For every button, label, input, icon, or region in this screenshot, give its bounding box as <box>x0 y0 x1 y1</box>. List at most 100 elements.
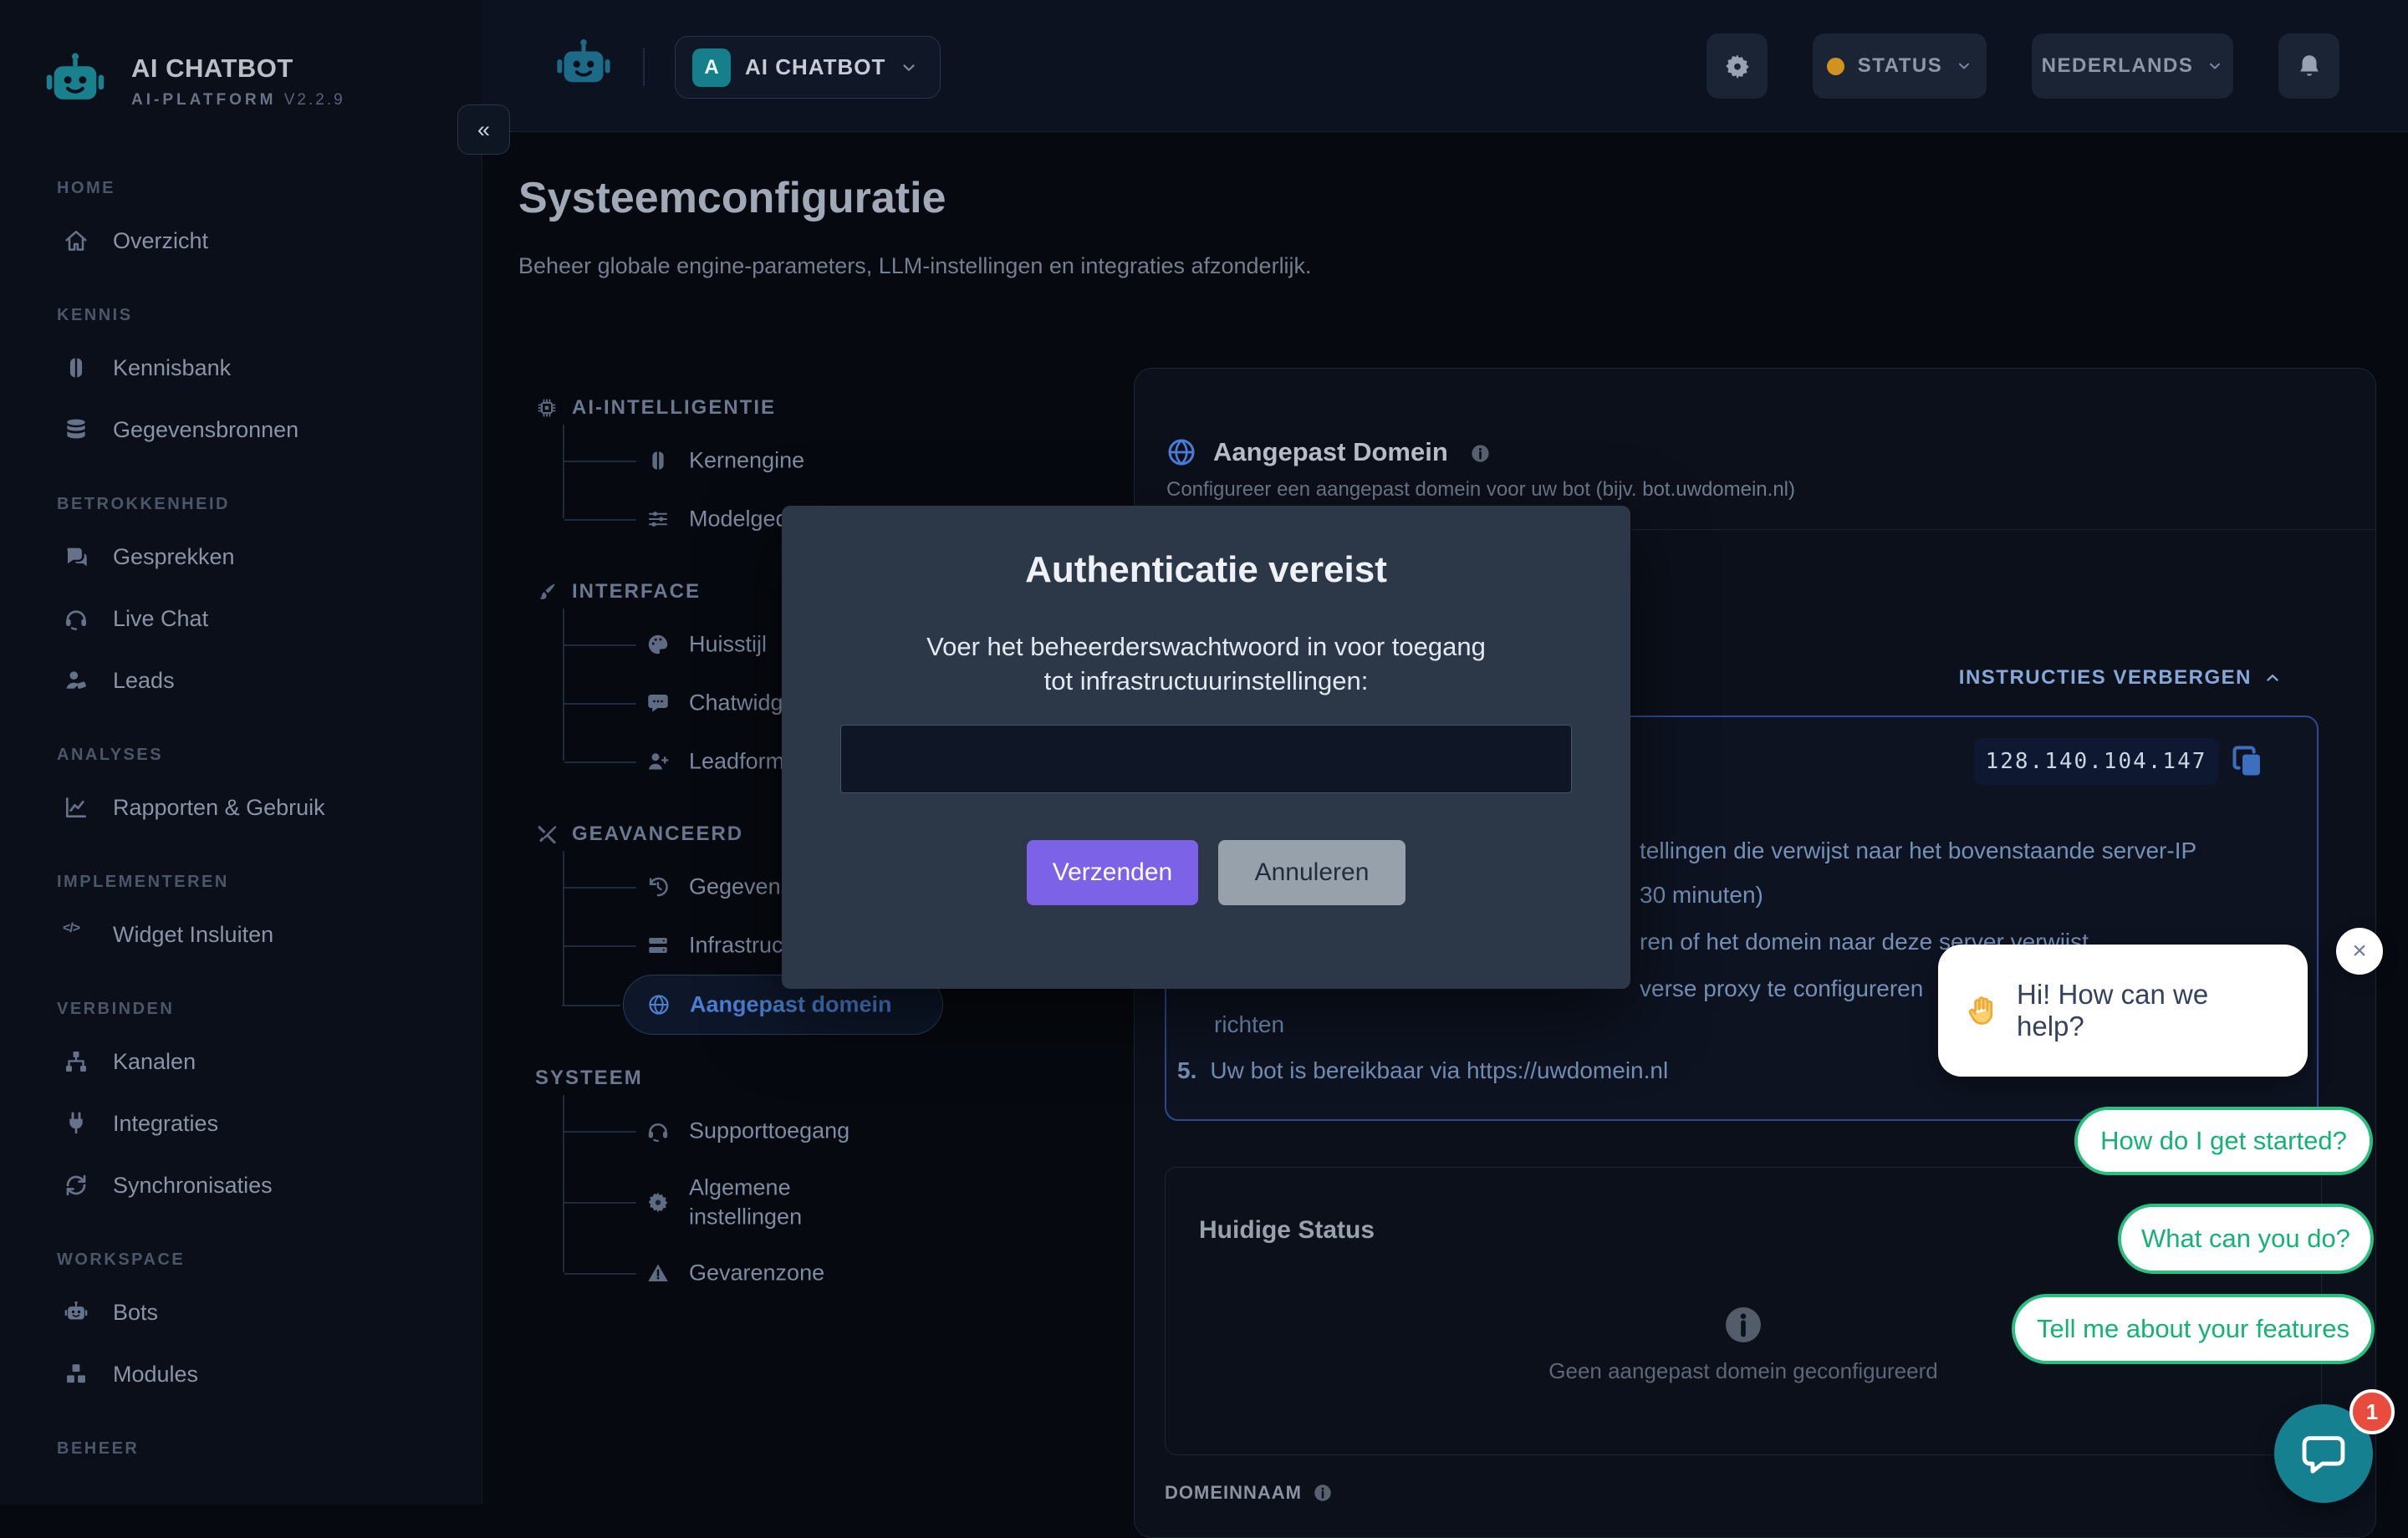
person-plus-icon <box>645 749 671 774</box>
sidebar-item[interactable]: Synchronisaties <box>0 1157 482 1214</box>
quick-reply-button[interactable]: How do I get started? <box>2074 1107 2373 1175</box>
settings-button[interactable] <box>1707 33 1768 99</box>
code-icon: </> <box>63 921 89 948</box>
sidebar-item[interactable]: Kanalen <box>0 1033 482 1090</box>
bot-selector-label: AI CHATBOT <box>745 54 885 80</box>
chevron-down-icon <box>1956 58 1972 74</box>
instructions-toggle[interactable]: INSTRUCTIES VERBERGEN <box>1959 666 2282 690</box>
bubble-icon <box>645 690 671 716</box>
subnav-item[interactable]: Algemene instellingen <box>518 1160 987 1244</box>
sidebar-collapse-button[interactable]: « <box>457 104 510 155</box>
gear-icon <box>1722 51 1752 81</box>
bell-icon <box>2295 52 2324 80</box>
status-dropdown[interactable]: STATUS <box>1813 33 1987 99</box>
sidebar-section: IMPLEMENTEREN </> Widget Insluiten <box>0 871 482 963</box>
headset-icon <box>63 605 89 632</box>
palette-icon <box>645 632 671 657</box>
copy-icon[interactable] <box>2230 743 2267 780</box>
brain-icon <box>645 448 671 473</box>
info-icon <box>1312 1482 1334 1504</box>
sidebar-item[interactable]: Kennisbank <box>0 339 482 396</box>
instruction-step-fragment: tellingen die verwijst naar het bovensta… <box>1640 838 2196 864</box>
chip-icon <box>535 396 559 420</box>
sidebar-item[interactable]: Rapporten & Gebruik <box>0 779 482 836</box>
status-title: Huidige Status <box>1199 1216 1375 1245</box>
headset-icon <box>645 1118 671 1143</box>
sidebar-item[interactable]: </> Widget Insluiten <box>0 906 482 963</box>
subnav-section-header: AI-INTELLIGENTIE <box>518 395 987 421</box>
sidebar-section: BETROKKENHEID Gesprekken Live Chat Leads <box>0 493 482 709</box>
sidebar-item[interactable]: Live Chat <box>0 590 482 647</box>
app-subtitle: AI-PLATFORM V2.2.9 <box>131 91 345 109</box>
sidebar-section-label: ANALYSES <box>0 744 482 766</box>
sidebar-section: HOME Overzicht <box>0 177 482 269</box>
sidebar-item[interactable]: Leads <box>0 652 482 709</box>
database-icon <box>63 416 89 443</box>
instruction-step-fragment: verse proxy te configureren <box>1640 975 1923 1002</box>
sidebar-section-label: HOME <box>0 177 482 199</box>
chevron-down-icon <box>900 59 918 77</box>
subnav-item[interactable]: Gevarenzone <box>518 1244 987 1302</box>
subnav-section: SYSTEEM Supporttoegang Algemene instelli… <box>518 1065 987 1302</box>
plug-icon <box>63 1110 89 1137</box>
sidebar-section: ANALYSES Rapporten & Gebruik <box>0 744 482 836</box>
notifications-button[interactable] <box>2278 33 2339 99</box>
language-dropdown[interactable]: NEDERLANDS <box>2032 33 2233 99</box>
sidebar-item[interactable]: Gesprekken <box>0 528 482 585</box>
sidebar-section-label: WORKSPACE <box>0 1249 482 1271</box>
cubes-icon <box>63 1361 89 1388</box>
modal-title: Authenticatie vereist <box>782 549 1630 591</box>
app-title: AI CHATBOT <box>131 53 345 84</box>
brain-icon <box>63 354 89 381</box>
submit-button[interactable]: Verzenden <box>1027 840 1198 905</box>
quick-reply-button[interactable]: What can you do? <box>2118 1204 2374 1274</box>
domain-name-label: DOMEINNAAM <box>1165 1482 1334 1504</box>
top-header: A AI CHATBOT STATUS NEDERLANDS <box>482 0 2408 132</box>
info-icon <box>1720 1301 1767 1348</box>
sidebar-section-label: KENNIS <box>0 304 482 326</box>
globe-icon <box>646 992 671 1017</box>
chat-close-button[interactable]: × <box>2336 928 2383 975</box>
header-divider <box>643 48 645 86</box>
sidebar-section-label: BETROKKENHEID <box>0 493 482 515</box>
chat-greeting-bubble[interactable]: Hi! How can we help? <box>1938 945 2308 1077</box>
bot-avatar: A <box>692 48 731 87</box>
auth-modal: Authenticatie vereist Voer het beheerder… <box>782 506 1630 989</box>
subnav-item[interactable]: Kernengine <box>518 431 987 490</box>
server-ip-value: 128.140.104.147 <box>1974 738 2218 785</box>
sync-icon <box>63 1172 89 1199</box>
sidebar-item[interactable]: Integraties <box>0 1095 482 1152</box>
header-robot-icon <box>552 33 615 97</box>
card-title: Aangepast Domein <box>1213 437 1448 467</box>
instruction-step-fragment: 30 minuten) <box>1640 882 1763 909</box>
chevron-up-icon <box>2263 669 2282 687</box>
history-icon <box>645 874 671 899</box>
chart-icon <box>63 794 89 821</box>
sidebar-item[interactable]: Overzicht <box>0 212 482 269</box>
modal-body-text: Voer het beheerderswachtwoord in voor to… <box>782 629 1630 698</box>
status-dot <box>1827 58 1844 75</box>
chat-bubble-icon <box>2299 1429 2348 1478</box>
warning-icon <box>645 1260 671 1286</box>
sidebar-item[interactable]: Gegevensbronnen <box>0 401 482 458</box>
sidebar-item[interactable]: Bots <box>0 1284 482 1341</box>
sidebar-nav: HOME Overzicht KENNIS Kennisbank <box>0 142 482 1473</box>
admin-password-input[interactable] <box>840 725 1572 793</box>
waving-hand-icon <box>1963 991 2002 1030</box>
home-icon <box>63 227 89 254</box>
subnav-item[interactable]: Supporttoegang <box>518 1102 987 1160</box>
app-logo: AI CHATBOT AI-PLATFORM V2.2.9 <box>41 47 345 115</box>
cancel-button[interactable]: Annuleren <box>1218 840 1406 905</box>
quick-reply-button[interactable]: Tell me about your features <box>2012 1294 2375 1364</box>
bot-selector-dropdown[interactable]: A AI CHATBOT <box>675 36 941 99</box>
sidebar-item[interactable]: Modules <box>0 1346 482 1403</box>
chevron-down-icon <box>2206 58 2223 74</box>
subnav-section-header: SYSTEEM <box>518 1065 987 1092</box>
language-label: NEDERLANDS <box>2042 54 2194 78</box>
robot-logo-icon <box>41 47 110 115</box>
server-icon <box>645 933 671 958</box>
sidebar-section-label: VERBINDEN <box>0 998 482 1020</box>
person-tag-icon <box>63 667 89 694</box>
gear-icon <box>645 1189 671 1215</box>
info-icon[interactable] <box>1469 442 1492 465</box>
